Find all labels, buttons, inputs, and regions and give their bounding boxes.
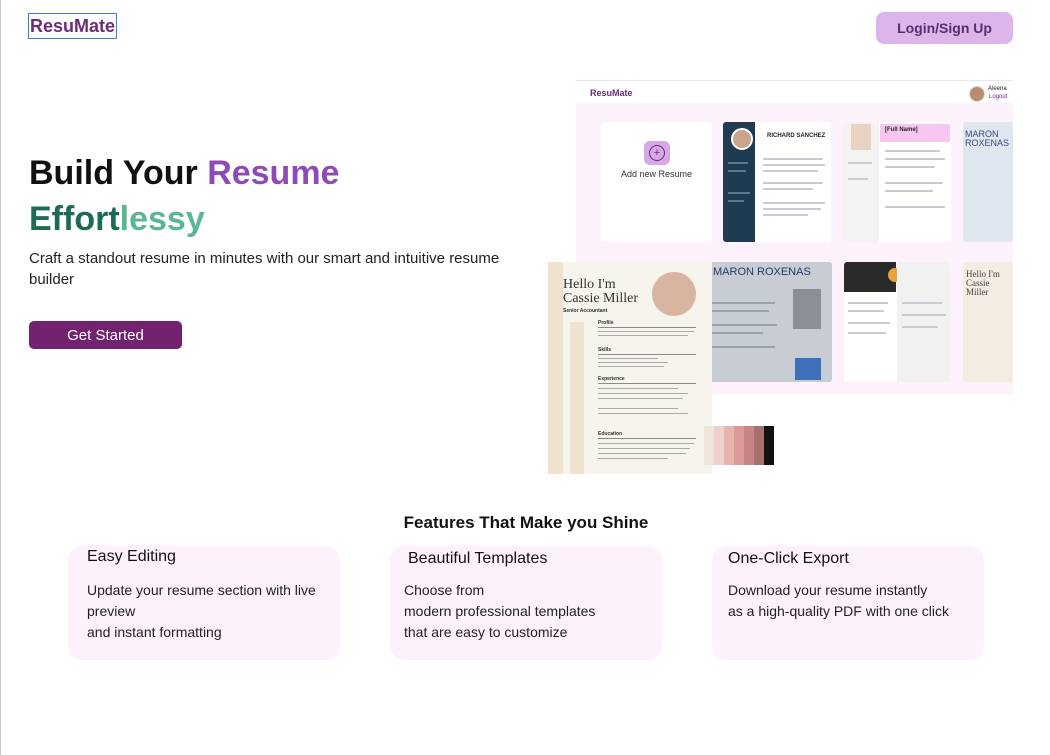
color-swatch [714,426,724,465]
plus-icon: + [644,141,670,165]
get-started-button[interactable]: Get Started [29,321,182,349]
feature-description: Download your resume instantly as a high… [728,582,949,619]
avatar [731,128,753,150]
features-title: Features That Make you Shine [403,513,649,532]
template-name: Hello I'm Cassie Miller [966,269,1000,297]
featured-template-preview: Hello I'm Cassie Miller Senior Accountant… [548,262,712,474]
template-thumbnail: MARON ROXENAS [695,262,832,382]
color-swatch [754,426,764,465]
template-name: [Full Name] [885,127,918,133]
feature-title: Beautiful Templates [408,550,548,567]
color-swatch [704,426,714,465]
preview-avatar [969,86,985,102]
avatar [652,272,696,316]
preview-user-name: Aleena [988,86,1007,92]
template-section-heading: Skills [598,347,612,353]
template-section-heading: Education [598,431,623,437]
color-swatches [704,426,774,465]
hero-title-text-2: Effort [29,200,120,238]
logo-link[interactable]: ResuMate [28,13,118,39]
hero-title-text-3: lessy [119,200,205,238]
hero-title-text-1: Build Your [29,154,208,192]
add-new-resume-label: Add new Resume [620,169,693,179]
template-thumbnail: [Full Name] [843,122,951,242]
avatar [851,124,871,150]
template-name: MARON ROXENAS [965,129,1010,148]
template-name: MARON ROXENAS [713,266,811,278]
feature-description: Choose from modern professional template… [404,582,596,640]
add-new-resume-card: + Add new Resume [601,122,712,242]
color-swatch [764,426,774,465]
featured-template-greeting: Hello I'm Cassie Miller [563,277,639,306]
hero-title-highlight: Resume [207,154,340,192]
feature-card-one-click-export: One-Click Export Download your resume in… [712,546,984,660]
hero-title: Build Your Resume Effortlessy [29,150,339,242]
preview-logout-link: Logout [989,94,1008,100]
hero-subtitle: Craft a standout resume in minutes with … [29,250,500,288]
template-thumbnail: RICHARD SANCHEZ [723,122,831,242]
template-name: RICHARD SANCHEZ [767,133,826,139]
template-thumbnail: Hello I'm Cassie Miller [963,262,1013,382]
color-swatch [744,426,754,465]
feature-card-easy-editing: Easy Editing Update your resume section … [68,546,340,660]
color-swatch [734,426,744,465]
feature-title: Easy Editing [87,548,176,565]
template-thumbnail [844,262,950,382]
template-thumbnail: MARON ROXENAS [963,122,1013,242]
login-signup-button[interactable]: Login/Sign Up [876,12,1013,44]
template-section-heading: Experience [598,376,625,382]
avatar [793,289,821,329]
feature-description: Update your resume section with live pre… [87,582,316,640]
featured-template-role: Senior Accountant [563,308,608,314]
preview-logo: ResuMate [590,88,633,98]
template-section-heading: Profile [598,320,614,326]
color-swatch [724,426,734,465]
preview-header: ResuMate Aleena Logout [576,81,1013,103]
feature-card-beautiful-templates: Beautiful Templates Choose from modern p… [390,546,662,660]
feature-title: One-Click Export [728,550,849,567]
